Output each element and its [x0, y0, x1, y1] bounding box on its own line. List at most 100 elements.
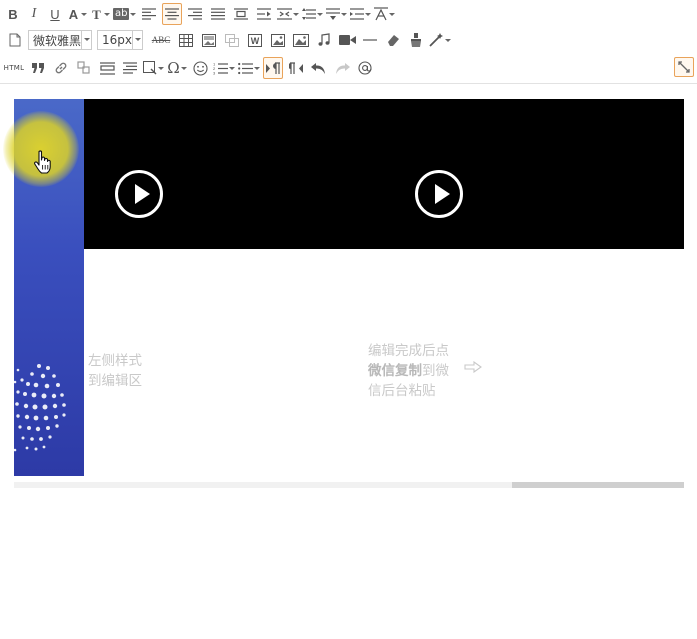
paragraph-icon	[123, 62, 137, 74]
video-camera-icon	[338, 35, 356, 45]
music-icon	[318, 33, 330, 46]
font-size-up-button[interactable]	[374, 3, 396, 25]
indent-icon	[256, 8, 271, 20]
copy-instruction-hint: 编辑完成后点 微信复制到微 信后台粘贴	[368, 341, 449, 401]
music-button[interactable]	[314, 29, 334, 51]
font-size-icon	[374, 7, 389, 21]
column-icon	[277, 8, 293, 20]
word-import-button[interactable]: W	[245, 29, 265, 51]
paragraph-spacing-button[interactable]	[326, 3, 348, 25]
word-icon: W	[248, 33, 262, 47]
left-style-hint: 左侧样式 到编辑区	[88, 351, 142, 391]
indent-button[interactable]	[254, 3, 274, 25]
letter-spacing-button[interactable]	[350, 3, 372, 25]
font-color-button[interactable]: A	[67, 3, 87, 25]
anchor-button[interactable]	[97, 57, 117, 79]
line-height-button[interactable]	[302, 3, 324, 25]
right-hint-line-1: 编辑完成后点	[368, 343, 449, 359]
font-family-value: 微软雅黑	[33, 33, 82, 48]
anchor-icon	[99, 61, 115, 75]
insert-frame-button[interactable]	[143, 57, 164, 79]
left-hint-line-2: 到编辑区	[88, 373, 142, 389]
svg-text:W: W	[251, 36, 260, 46]
link-button[interactable]	[51, 57, 71, 79]
video-block[interactable]	[84, 99, 684, 249]
multi-image-button[interactable]	[291, 29, 311, 51]
dot-pattern-decoration	[14, 364, 66, 452]
gallery-icon	[293, 33, 309, 47]
image-table-button[interactable]	[199, 29, 219, 51]
scrollbar-thumb[interactable]	[512, 482, 684, 488]
eraser-button[interactable]	[383, 29, 403, 51]
format-painter-button[interactable]	[406, 29, 426, 51]
align-right-button[interactable]	[185, 3, 205, 25]
align-justify-icon	[211, 8, 226, 20]
paragraph-format-button[interactable]	[120, 57, 140, 79]
wechat-copy-emphasis: 微信复制	[368, 363, 422, 379]
bold-button[interactable]: B	[4, 3, 22, 25]
horizontal-rule-button[interactable]	[360, 29, 380, 51]
image-icon	[271, 33, 285, 47]
emotion-button[interactable]	[190, 57, 210, 79]
video-button[interactable]	[337, 29, 357, 51]
new-document-button[interactable]	[5, 29, 25, 51]
play-icon[interactable]	[415, 170, 463, 218]
highlight-label: ab	[113, 8, 130, 20]
align-center-button[interactable]	[162, 3, 183, 25]
font-family-select[interactable]: 微软雅黑	[28, 30, 92, 50]
fullscreen-button[interactable]	[674, 57, 694, 77]
brush-icon	[411, 33, 421, 47]
undo-button[interactable]	[309, 57, 329, 79]
ltr-direction-button[interactable]	[263, 57, 283, 79]
align-center-icon	[165, 8, 180, 20]
chevron-down-icon	[81, 31, 91, 49]
vertical-align-button[interactable]	[231, 3, 251, 25]
search-replace-button[interactable]	[355, 57, 375, 79]
right-hint-line-2: 微信复制到微	[368, 361, 449, 381]
redo-button[interactable]	[332, 57, 352, 79]
blockquote-button[interactable]	[28, 57, 48, 79]
rtl-direction-button[interactable]	[286, 57, 306, 79]
horizontal-scrollbar[interactable]	[14, 482, 684, 488]
right-hint-line-2-rest: 到微	[422, 363, 449, 379]
ordered-list-icon: 123	[213, 62, 228, 75]
italic-button[interactable]: I	[25, 3, 43, 25]
table-button[interactable]	[176, 29, 196, 51]
ordered-list-button[interactable]: 123	[213, 57, 235, 79]
insert-column-button[interactable]	[277, 3, 300, 25]
magic-wand-button[interactable]	[429, 29, 451, 51]
unlink-icon	[77, 61, 90, 74]
unordered-list-button[interactable]	[238, 57, 260, 79]
redo-icon	[336, 62, 350, 74]
special-char-button[interactable]: Ω	[167, 57, 187, 79]
frame-icon	[143, 61, 157, 75]
cursor-highlight	[3, 111, 79, 187]
font-size-select[interactable]: 16px	[97, 30, 143, 50]
unlink-button[interactable]	[74, 57, 94, 79]
smiley-icon	[192, 60, 208, 76]
image-button[interactable]	[268, 29, 288, 51]
align-left-button[interactable]	[139, 3, 159, 25]
letter-spacing-icon	[350, 8, 365, 20]
link-icon	[55, 62, 67, 74]
magic-wand-icon	[429, 33, 443, 47]
eraser-icon	[388, 35, 399, 46]
strikethrough-button[interactable]: ABC	[149, 29, 173, 51]
at-icon	[358, 61, 372, 75]
unordered-list-icon	[238, 62, 253, 74]
right-hint-line-3: 信后台粘贴	[368, 383, 436, 399]
align-left-icon	[142, 8, 157, 20]
align-justify-button[interactable]	[208, 3, 228, 25]
expand-icon	[678, 61, 690, 73]
template-button[interactable]	[222, 29, 242, 51]
highlight-button[interactable]: ab	[113, 3, 137, 25]
underline-button[interactable]: U	[46, 3, 64, 25]
html-source-button[interactable]: HTML	[3, 57, 25, 79]
editor-canvas[interactable]: 左侧样式 到编辑区 编辑完成后点 微信复制到微 信后台粘贴	[14, 99, 684, 476]
image-table-icon	[202, 33, 216, 47]
paragraph-spacing-icon	[326, 8, 341, 20]
line-height-icon	[302, 8, 317, 20]
toolbar-row-1: B I U A T ab	[4, 0, 398, 28]
format-button[interactable]: T	[90, 3, 110, 25]
play-icon[interactable]	[115, 170, 163, 218]
